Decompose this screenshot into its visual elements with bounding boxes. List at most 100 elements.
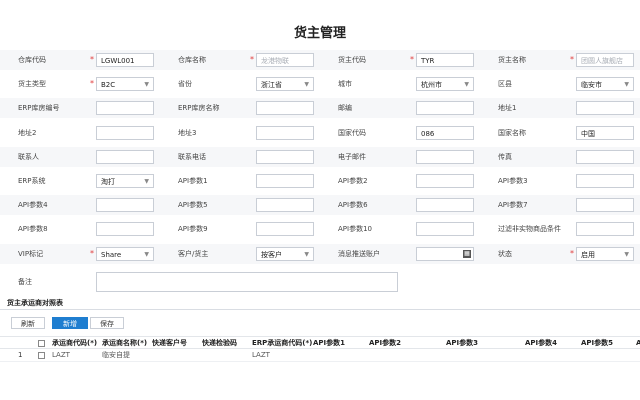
chevron-down-icon[interactable]: ▼ [144,175,149,187]
required-marker: * [90,79,94,88]
chevron-down-icon[interactable]: ▼ [144,248,149,260]
text-field[interactable] [256,101,314,115]
row-checkbox[interactable] [38,352,45,359]
text-field[interactable] [256,174,314,188]
field-label: 货主名称 [498,56,526,64]
select-field[interactable]: 启用 ▼ [576,247,634,261]
field-label: 省份 [178,80,192,88]
select-field[interactable]: 临安市 ▼ [576,77,634,91]
text-field[interactable] [416,198,474,212]
field-value: 淘打 [101,178,115,186]
form-row: API参数4 API参数5 API参数6 API参数7 [0,195,640,215]
field-label: 国家名称 [498,129,526,137]
text-field[interactable]: 中国 [576,126,634,140]
text-field[interactable] [416,174,474,188]
field-label: 区县 [498,80,512,88]
field-label: API参数7 [498,201,528,209]
page-title: 货主管理 [293,26,346,41]
text-field[interactable] [256,198,314,212]
select-field[interactable]: 杭州市 ▼ [416,77,474,91]
chevron-down-icon[interactable]: ▼ [304,78,309,90]
calendar-icon[interactable]: ▦ [463,250,471,258]
form-row: 仓库代码 * LGWL001 仓库名称 * 龙港物联 货主代码 * TYR 货主名称 * 团圆人旗舰店 [0,50,640,70]
text-field[interactable]: LGWL001 [96,53,154,67]
remark-row: 备注 [0,270,640,294]
field-value: LGWL001 [101,57,135,65]
field-label: 国家代码 [338,129,366,137]
text-field[interactable]: 团圆人旗舰店 [576,53,634,67]
form-row: ERP库房编号 ERP库房名称 邮编 地址1 [0,98,640,118]
field-label: 联系电话 [178,153,206,161]
chevron-down-icon[interactable]: ▼ [624,248,629,260]
required-marker: * [250,55,254,64]
text-field[interactable] [576,150,634,164]
field-label: API参数10 [338,225,372,233]
required-marker: * [570,249,574,258]
remark-textarea[interactable] [96,272,398,292]
table-row[interactable]: 1 LAZT 临安自提 LAZT [0,349,640,362]
text-field[interactable] [256,126,314,140]
text-field[interactable] [256,222,314,236]
text-field[interactable] [576,174,634,188]
text-field[interactable] [576,101,634,115]
field-label: API参数4 [18,201,48,209]
field-label: API参数2 [338,177,368,185]
select-field[interactable]: 按客户 ▼ [256,247,314,261]
text-field[interactable] [96,101,154,115]
table-cell[interactable]: 临安自提 [102,349,130,362]
field-label: API参数9 [178,225,208,233]
field-label: 地址1 [498,104,517,112]
select-field[interactable]: 淘打 ▼ [96,174,154,188]
chevron-down-icon[interactable]: ▼ [144,78,149,90]
save-button[interactable]: 保存 [90,317,124,329]
field-label: 传真 [498,153,512,161]
form-row: 货主类型 * B2C ▼ 省份 浙江省 ▼ 城市 杭州市 ▼ 区县 临安市 ▼ [0,74,640,94]
field-label: API参数5 [178,201,208,209]
row-index: 1 [18,351,23,359]
text-field[interactable] [576,198,634,212]
select-field[interactable]: 浙江省 ▼ [256,77,314,91]
field-value: 杭州市 [421,81,442,89]
text-field[interactable] [96,126,154,140]
add-button[interactable]: 新增 [52,317,88,329]
field-label: API参数3 [498,177,528,185]
chevron-down-icon[interactable]: ▼ [624,78,629,90]
required-marker: * [90,55,94,64]
field-value: Share [101,251,122,259]
field-label: API参数6 [338,201,368,209]
refresh-button[interactable]: 刷新 [11,317,45,329]
form-row: 联系人 联系电话 电子邮件 传真 [0,147,640,167]
field-label: 联系人 [18,153,39,161]
field-value: 临安市 [581,81,602,89]
text-field[interactable]: 龙港物联 [256,53,314,67]
select-all-checkbox[interactable] [38,340,45,347]
text-field[interactable] [96,222,154,236]
field-label: 货主代码 [338,56,366,64]
text-field[interactable] [256,150,314,164]
text-field[interactable]: TYR [416,53,474,67]
remark-label: 备注 [18,278,32,286]
text-field[interactable] [96,150,154,164]
field-value: 浙江省 [261,81,282,89]
text-field[interactable] [416,101,474,115]
text-field[interactable] [96,198,154,212]
table-cell[interactable]: LAZT [252,349,270,362]
required-marker: * [410,55,414,64]
field-label: VIP标记 [18,250,44,258]
field-value: 086 [421,130,435,138]
text-field[interactable] [576,222,634,236]
chevron-down-icon[interactable]: ▼ [464,78,469,90]
field-value: 中国 [581,130,595,138]
select-field[interactable]: Share ▼ [96,247,154,261]
text-field[interactable] [416,222,474,236]
field-value: 龙港物联 [261,57,289,65]
table-cell[interactable]: LAZT [52,349,70,362]
chevron-down-icon[interactable]: ▼ [304,248,309,260]
field-label: ERP库房编号 [18,104,60,112]
text-field[interactable]: 086 [416,126,474,140]
field-label: 客户/货主 [178,250,209,258]
text-field[interactable] [416,150,474,164]
date-field[interactable]: ▦ [416,247,474,261]
select-field[interactable]: B2C ▼ [96,77,154,91]
field-label: 邮编 [338,104,352,112]
